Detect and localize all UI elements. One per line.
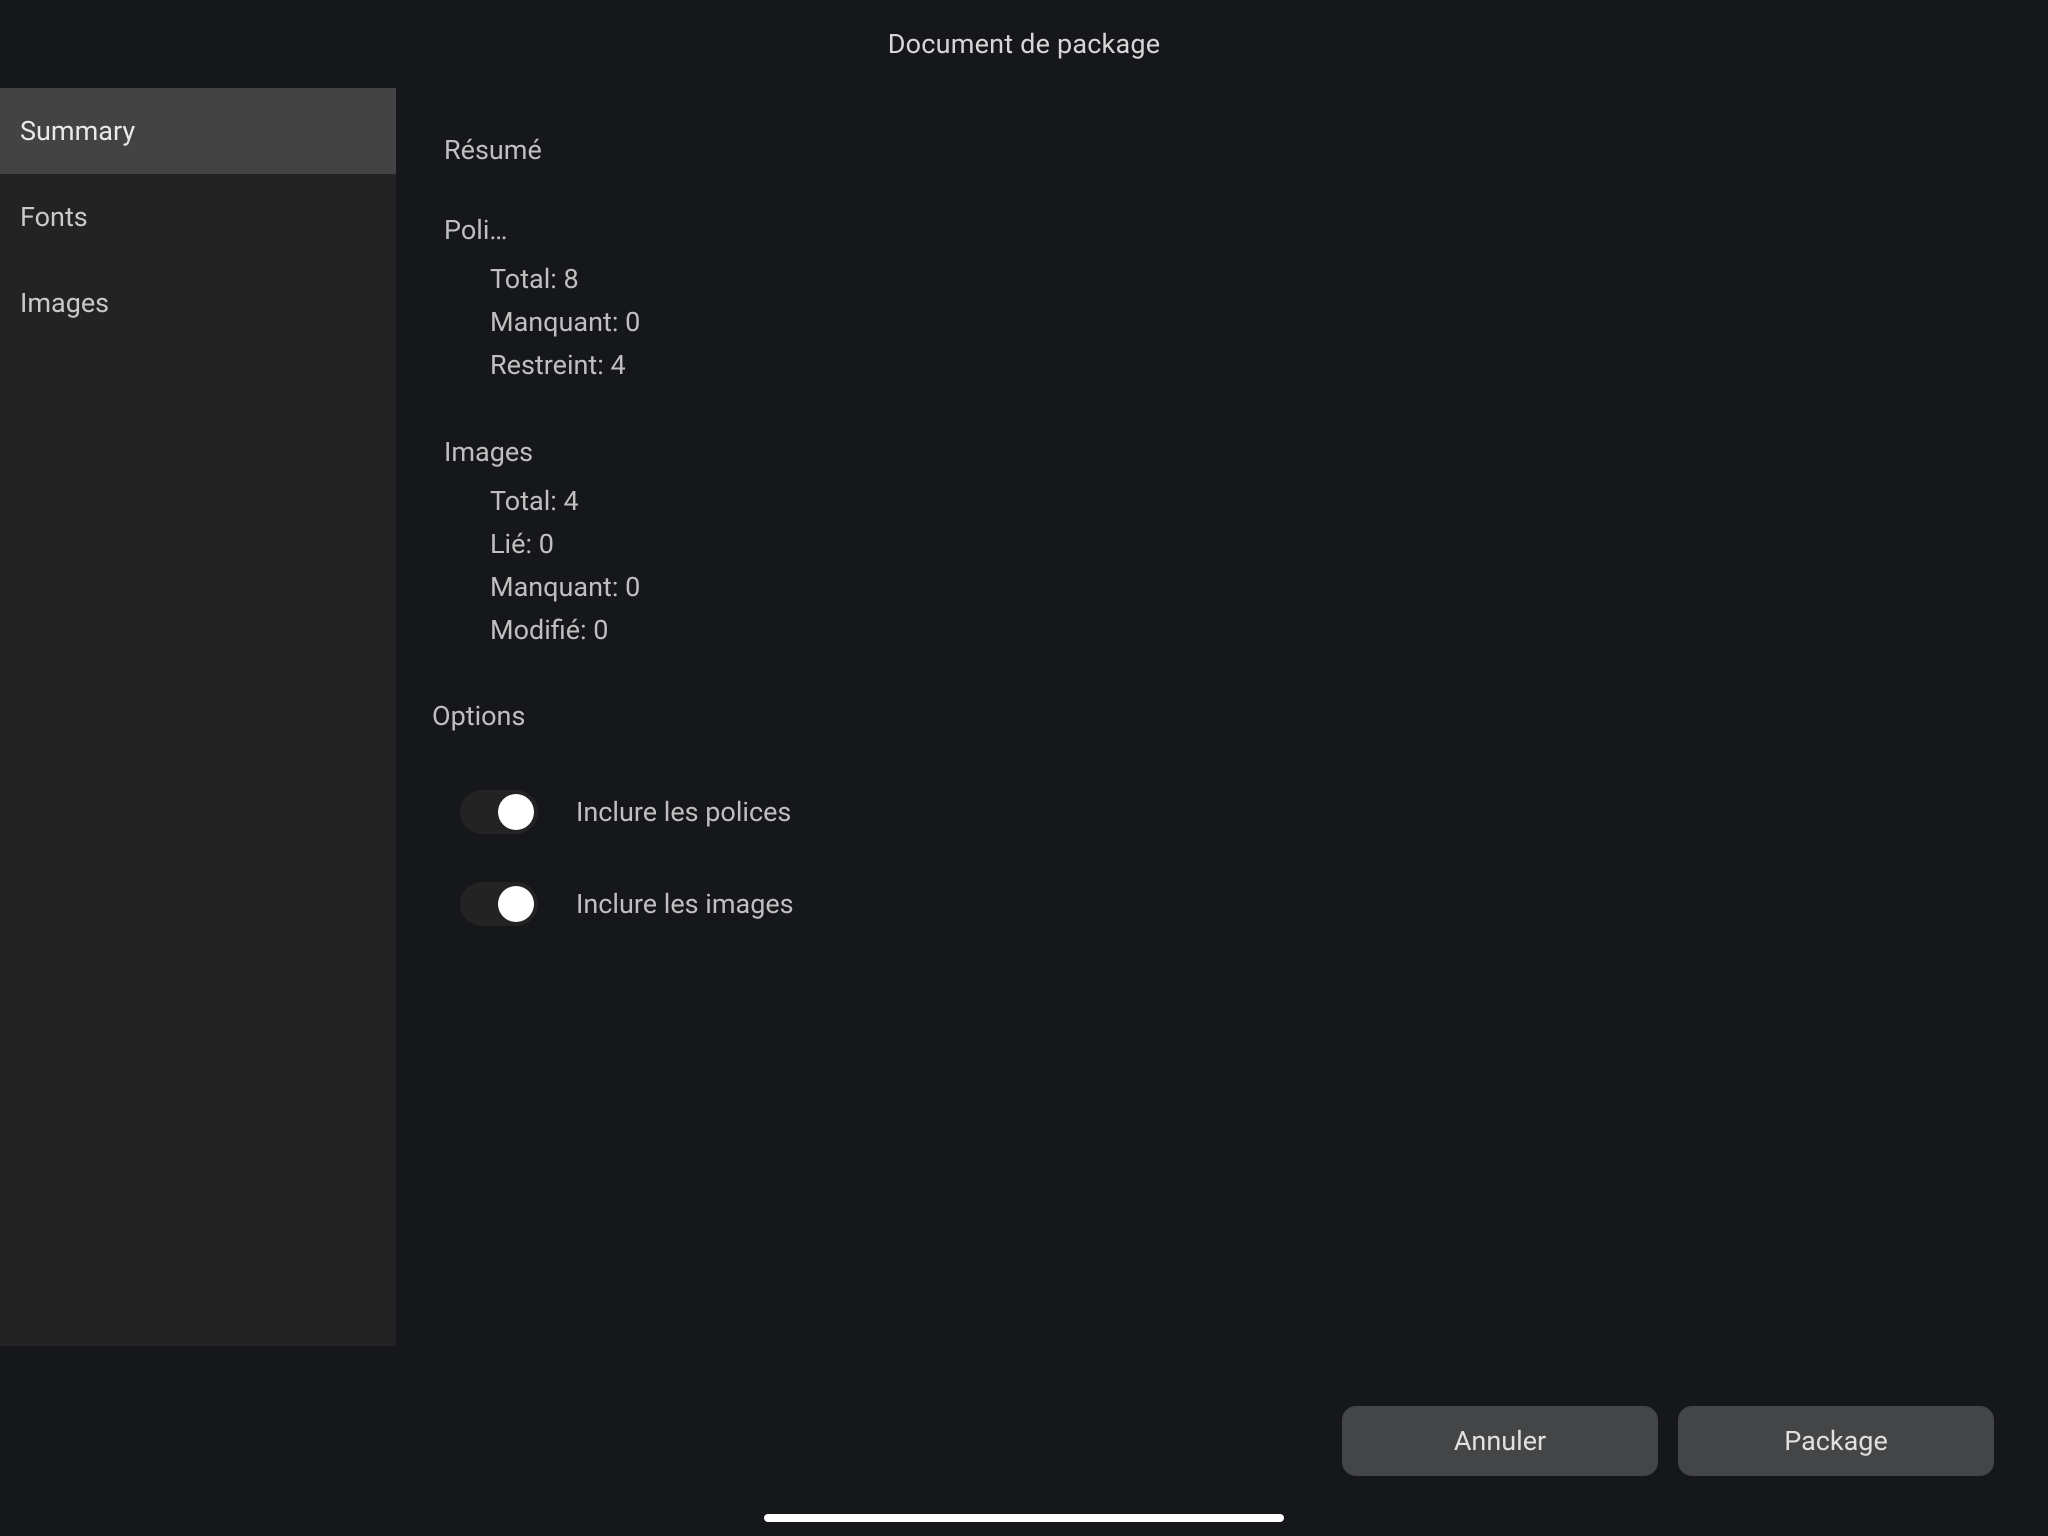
fonts-restricted: Restreint: 4: [490, 344, 2000, 387]
include-images-toggle[interactable]: [460, 882, 538, 926]
titlebar-title: Document de package: [888, 28, 1160, 60]
images-modified: Modifié: 0: [490, 609, 2000, 652]
images-total: Total: 4: [490, 480, 2000, 523]
package-button[interactable]: Package: [1678, 1406, 1994, 1476]
include-fonts-toggle[interactable]: [460, 790, 538, 834]
home-indicator[interactable]: [764, 1514, 1284, 1522]
sidebar-item-fonts[interactable]: Fonts: [0, 174, 396, 260]
images-linked: Lié: 0: [490, 523, 2000, 566]
sidebar-item-images[interactable]: Images: [0, 260, 396, 346]
footer: Annuler Package: [0, 1346, 2048, 1536]
fonts-summary-group: Polices Total: 8 Manquant: 0 Restreint: …: [444, 214, 2000, 388]
summary-heading: Résumé: [444, 134, 2000, 166]
sidebar-item-label: Summary: [20, 115, 135, 147]
include-fonts-label: Inclure les polices: [576, 796, 791, 828]
images-missing: Manquant: 0: [490, 566, 2000, 609]
include-images-label: Inclure les images: [576, 888, 794, 920]
cancel-button[interactable]: Annuler: [1342, 1406, 1658, 1476]
images-summary-group: Images Total: 4 Lié: 0 Manquant: 0 Modif…: [444, 436, 2000, 653]
toggle-row-include-fonts: Inclure les polices: [444, 790, 2000, 834]
main-content: Résumé Polices Total: 8 Manquant: 0 Rest…: [396, 88, 2048, 1346]
sidebar-item-label: Fonts: [20, 201, 88, 233]
titlebar: Document de package: [0, 0, 2048, 88]
fonts-group-title: Polices: [444, 214, 514, 246]
fonts-total: Total: 8: [490, 258, 2000, 301]
toggle-knob: [498, 794, 534, 830]
images-group-title: Images: [444, 436, 2000, 468]
sidebar-item-label: Images: [20, 287, 109, 319]
toggle-row-include-images: Inclure les images: [444, 882, 2000, 926]
options-heading: Options: [432, 700, 2000, 732]
sidebar-item-summary[interactable]: Summary: [0, 88, 396, 174]
fonts-missing: Manquant: 0: [490, 301, 2000, 344]
sidebar: Summary Fonts Images: [0, 88, 396, 1346]
toggle-knob: [498, 886, 534, 922]
